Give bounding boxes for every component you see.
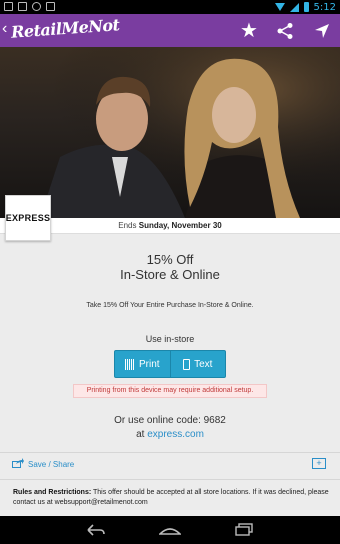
signal-icon [289,2,299,12]
print-button-label: Print [138,358,160,370]
store-logo-text: EXPRESS [5,213,51,223]
rules-and-restrictions: Rules and Restrictions: This offer shoul… [13,488,329,508]
star-icon[interactable]: ★ [238,20,260,42]
bag-icon [46,2,55,11]
app-logo[interactable]: RetailMeNot [10,15,120,42]
status-bar: 5:12 [0,0,340,14]
share-icon[interactable] [274,20,296,42]
add-button[interactable]: + [312,458,326,469]
end-date-prefix: Ends [118,221,137,230]
end-date-bar: Ends Sunday, November 30 [0,218,340,234]
save-share-button[interactable]: Save / Share [12,458,74,471]
globe-icon [32,2,41,11]
location-arrow-icon[interactable] [311,20,333,42]
recent-apps-icon[interactable] [232,520,256,540]
site-line: at express.com [0,429,340,440]
store-site-link[interactable]: express.com [147,429,204,440]
back-chevron-icon[interactable]: ‹ [2,20,7,38]
gallery-icon [18,2,27,11]
divider [0,452,340,453]
online-code-prefix: Or use online code: [114,415,201,426]
phone-icon [183,358,191,370]
rules-title: Rules and Restrictions: [13,489,92,496]
wifi-icon [274,3,285,11]
deal-title-line2: In-Store & Online [120,267,220,282]
hero-photo [0,47,340,218]
navigation-bar [0,516,340,544]
redeem-button-group: Print Text [114,350,226,378]
app-bar: ‹ RetailMeNot ★ [0,14,340,47]
deal-title-line1: 15% Off [146,252,194,267]
battery-icon [303,2,309,12]
deal-title: 15% Off In-Store & Online [0,252,340,282]
store-logo[interactable]: EXPRESS [5,195,51,241]
online-code-line: Or use online code: 9682 [0,415,340,426]
text-button[interactable]: Text [169,351,226,377]
back-icon[interactable] [84,520,108,540]
use-in-store-label: Use in-store [145,334,195,344]
hero-image [0,47,340,218]
text-button-label: Text [194,358,213,370]
notification-icons [4,2,55,11]
at-label: at [136,429,145,440]
save-share-label: Save / Share [28,460,75,469]
divider [0,479,340,480]
home-icon[interactable] [158,520,182,540]
share-arrow-icon [12,458,24,471]
print-warning: Printing from this device may require ad… [73,384,267,398]
image-icon [4,2,13,11]
end-date-value: Sunday, November 30 [138,221,222,230]
online-code[interactable]: 9682 [204,415,226,426]
barcode-icon [124,358,135,370]
deal-description: Take 15% Off Your Entire Purchase In-Sto… [86,302,254,309]
status-time: 5:12 [313,1,336,13]
print-button[interactable]: Print [115,351,170,377]
